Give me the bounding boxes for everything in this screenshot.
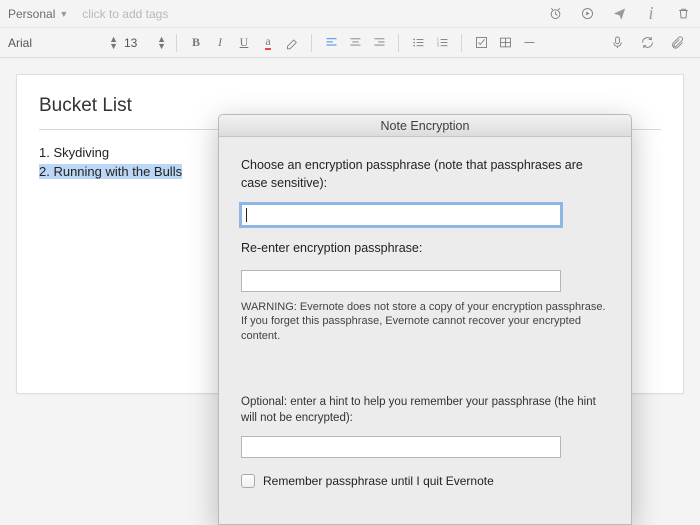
underline-button[interactable]: U	[235, 34, 253, 52]
selected-text: 2. Running with the Bulls	[39, 164, 182, 179]
bold-button[interactable]: B	[187, 34, 205, 52]
note-actions: i	[546, 5, 692, 23]
separator	[461, 34, 462, 52]
separator	[311, 34, 312, 52]
hint-label: Optional: enter a hint to help you remem…	[241, 394, 609, 426]
present-icon[interactable]	[578, 5, 596, 23]
separator	[176, 34, 177, 52]
align-left-button[interactable]	[322, 34, 340, 52]
notebook-selector[interactable]: Personal ▼	[8, 7, 68, 21]
hint-input[interactable]	[241, 436, 561, 458]
stepper-icon: ▲▼	[157, 36, 166, 50]
notebook-name: Personal	[8, 7, 55, 21]
reenter-passphrase-input[interactable]	[241, 270, 561, 292]
warning-text: WARNING: Evernote does not store a copy …	[241, 300, 609, 345]
separator	[398, 34, 399, 52]
remember-passphrase-row[interactable]: Remember passphrase until I quit Evernot…	[241, 474, 609, 488]
highlight-button[interactable]	[283, 34, 301, 52]
insert-tools	[608, 34, 692, 52]
chevron-down-icon: ▼	[59, 9, 68, 19]
font-size-value: 13	[124, 36, 137, 50]
dialog-body: Choose an encryption passphrase (note th…	[219, 137, 631, 498]
font-size-select[interactable]: 13 ▲▼	[124, 36, 166, 50]
align-center-button[interactable]	[346, 34, 364, 52]
italic-button[interactable]: I	[211, 34, 229, 52]
trash-icon[interactable]	[674, 5, 692, 23]
numbered-list-button[interactable]: 123	[433, 34, 451, 52]
formatting-toolbar: Arial ▲▼ 13 ▲▼ B I U a 123	[0, 28, 700, 58]
stepper-icon: ▲▼	[109, 36, 118, 50]
remember-checkbox[interactable]	[241, 474, 255, 488]
dialog-title: Note Encryption	[381, 119, 470, 133]
passphrase-label: Choose an encryption passphrase (note th…	[241, 157, 609, 192]
checkbox-button[interactable]	[472, 34, 490, 52]
tags-placeholder[interactable]: click to add tags	[82, 7, 168, 21]
remember-label: Remember passphrase until I quit Evernot…	[263, 474, 494, 488]
notebook-tag-bar: Personal ▼ click to add tags i	[0, 0, 700, 28]
share-icon[interactable]	[610, 5, 628, 23]
table-button[interactable]	[496, 34, 514, 52]
font-family-select[interactable]: Arial ▲▼	[8, 36, 118, 50]
reenter-label: Re-enter encryption passphrase:	[241, 240, 609, 258]
font-family-value: Arial	[8, 36, 32, 50]
attachment-icon[interactable]	[668, 34, 686, 52]
info-icon[interactable]: i	[642, 5, 660, 23]
microphone-icon[interactable]	[608, 34, 626, 52]
align-right-button[interactable]	[370, 34, 388, 52]
passphrase-input[interactable]	[241, 204, 561, 226]
reminder-icon[interactable]	[546, 5, 564, 23]
text-color-button[interactable]: a	[259, 34, 277, 52]
bulleted-list-button[interactable]	[409, 34, 427, 52]
svg-text:3: 3	[436, 44, 438, 48]
camera-sync-icon[interactable]	[638, 34, 656, 52]
horizontal-rule-button[interactable]	[520, 34, 538, 52]
note-encryption-dialog: Note Encryption Choose an encryption pas…	[218, 114, 632, 525]
dialog-titlebar[interactable]: Note Encryption	[219, 115, 631, 137]
